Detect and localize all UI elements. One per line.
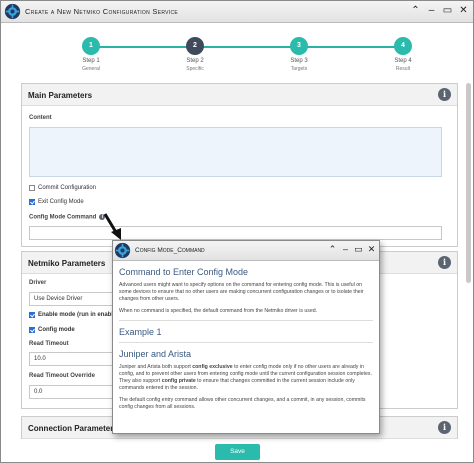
info-icon[interactable]: i	[438, 88, 451, 101]
close-icon[interactable]: ✕	[367, 244, 376, 255]
minimize-icon[interactable]: –	[426, 5, 437, 17]
step-circle: 3	[290, 37, 308, 55]
enable-mode-checkbox[interactable]	[29, 312, 35, 318]
read-timeout-input[interactable]: 10.0	[29, 352, 114, 366]
config-mode-checkbox[interactable]	[29, 327, 35, 333]
panel-title: Connection Parameters	[28, 424, 118, 433]
popup-titlebar[interactable]: Config Mode_Command ⌃ – ▭ ✕	[113, 241, 379, 261]
popup-controls: ⌃ – ▭ ✕	[328, 244, 376, 255]
read-timeout-label: Read Timeout	[29, 341, 69, 347]
exit-config-checkbox[interactable]	[29, 199, 35, 205]
minimize-icon[interactable]: –	[341, 244, 350, 255]
popup-paragraph: When no command is specified, the defaul…	[119, 308, 318, 314]
save-button[interactable]: Save	[215, 444, 260, 460]
example-heading: Example 1	[119, 327, 162, 337]
divider	[119, 320, 373, 321]
info-icon[interactable]: i	[438, 421, 451, 434]
enable-mode-row[interactable]: Enable mode (run in enable	[29, 312, 116, 318]
window-controls: ⌃ – ▭ ✕	[410, 5, 469, 17]
config-mode-row[interactable]: Config mode	[29, 327, 75, 333]
exit-config-label: Exit Config Mode	[38, 199, 84, 205]
panel-title: Main Parameters	[28, 91, 93, 100]
step-2[interactable]: 2 Step 2 Specific	[165, 33, 225, 72]
read-timeout-override-input[interactable]: 0.0	[29, 385, 114, 399]
step-1[interactable]: 1 Step 1 General	[61, 33, 121, 72]
chevron-up-icon[interactable]: ⌃	[328, 244, 337, 255]
commit-config-checkbox[interactable]	[29, 185, 35, 191]
config-mode-command-label: Config Mode Command i	[29, 214, 106, 221]
content-textarea[interactable]	[29, 127, 442, 177]
maximize-icon[interactable]: ▭	[354, 244, 363, 255]
commit-config-row[interactable]: Commit Configuration	[29, 185, 96, 191]
code-term: config exclusive	[192, 364, 233, 370]
step-label: Step 3	[290, 58, 308, 64]
wizard-stepper: 1 Step 1 General 2 Step 2 Specific 3 Ste…	[1, 33, 473, 75]
read-timeout-override-label: Read Timeout Override	[29, 373, 95, 379]
divider	[119, 342, 373, 343]
enable-mode-label: Enable mode (run in enable	[38, 312, 117, 318]
step-sublabel: Specific	[186, 66, 204, 72]
step-sublabel: Targets	[290, 66, 308, 72]
popup-body[interactable]: Command to Enter Config Mode Advanced us…	[119, 267, 373, 431]
exit-config-row[interactable]: Exit Config Mode	[29, 199, 84, 205]
gear-logo-icon	[114, 242, 131, 259]
pointer-arrow-icon	[103, 213, 121, 240]
step-sublabel: Result	[395, 66, 411, 72]
driver-select[interactable]: Use Device Driver	[29, 292, 114, 306]
step-label: Step 2	[186, 58, 204, 64]
step-sublabel: General	[82, 66, 100, 72]
step-label: Step 4	[394, 58, 412, 64]
vendor-heading: Juniper and Arista	[119, 349, 192, 359]
step-circle: 4	[394, 37, 412, 55]
commit-config-label: Commit Configuration	[38, 185, 97, 191]
text-run: Juniper and Arista both support	[119, 364, 193, 370]
popup-paragraph: Juniper and Arista both support config e…	[119, 364, 373, 392]
step-label: Step 1	[82, 58, 100, 64]
popup-paragraph: Advanced users might want to specify opt…	[119, 282, 364, 302]
chevron-up-icon[interactable]: ⌃	[410, 5, 421, 17]
config-mode-command-input[interactable]	[29, 226, 442, 240]
config-mode-label: Config mode	[38, 327, 75, 333]
popup-title: Config Mode_Command	[135, 247, 205, 254]
step-4[interactable]: 4 Step 4 Result	[373, 33, 433, 72]
info-icon[interactable]: i	[438, 256, 451, 269]
config-mode-command-text: Config Mode Command	[29, 214, 97, 221]
popup-heading: Command to Enter Config Mode	[119, 267, 249, 277]
close-icon[interactable]: ✕	[458, 5, 469, 17]
step-circle: 2	[186, 37, 204, 55]
code-term: config private	[161, 378, 196, 384]
gear-logo-icon	[4, 3, 21, 20]
window-title: Create a New Netmiko Configuration Servi…	[25, 7, 179, 16]
step-circle: 1	[82, 37, 100, 55]
main-parameters-panel: Main Parameters i Content Commit Configu…	[21, 83, 458, 247]
content-label: Content	[29, 115, 52, 121]
step-3[interactable]: 3 Step 3 Targets	[269, 33, 329, 72]
panel-title: Netmiko Parameters	[28, 259, 106, 268]
driver-label: Driver	[29, 280, 47, 286]
help-popup-window: Config Mode_Command ⌃ – ▭ ✕ Command to E…	[112, 240, 380, 434]
window-titlebar[interactable]: Create a New Netmiko Configuration Servi…	[1, 1, 473, 23]
vertical-scrollbar[interactable]	[466, 81, 471, 436]
scrollbar-thumb[interactable]	[466, 83, 471, 283]
panel-header: Main Parameters i	[22, 84, 457, 106]
maximize-icon[interactable]: ▭	[442, 5, 453, 17]
popup-paragraph: The default config entry command allows …	[119, 397, 366, 410]
